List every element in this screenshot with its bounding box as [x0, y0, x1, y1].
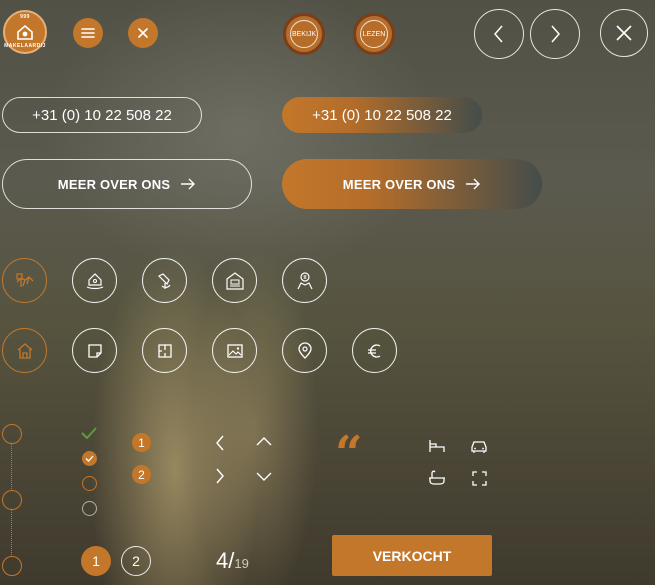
location-pin-icon	[296, 341, 314, 360]
page-button-active[interactable]: 1	[81, 546, 111, 576]
home-button[interactable]	[2, 328, 47, 373]
page-label: 1	[92, 553, 100, 569]
image-icon	[226, 342, 244, 360]
note-icon	[86, 342, 104, 360]
arrow-right-icon	[465, 178, 481, 190]
service-house-hand-button[interactable]	[72, 258, 117, 303]
bed-icon	[428, 438, 446, 454]
handshake-icon	[14, 270, 36, 292]
slide-counter-current: 4/	[216, 548, 235, 573]
number-badge: 1	[132, 433, 151, 452]
bekijk-button[interactable]: BEKIJK	[283, 13, 325, 55]
cta-label: MEER OVER ONS	[342, 176, 456, 192]
phone-label: +31 (0) 10 22 508 22	[32, 106, 172, 124]
wrench-tool-icon	[154, 270, 176, 292]
verkocht-button[interactable]: VERKOCHT	[332, 535, 492, 576]
meer-over-ons-button-filled[interactable]: MEER OVER ONS	[282, 159, 542, 209]
close-button[interactable]	[600, 9, 648, 57]
lezen-label: LEZEN	[362, 30, 386, 38]
meer-over-ons-button-outline[interactable]: MEER OVER ONS	[2, 159, 252, 209]
radio-option[interactable]	[82, 476, 97, 491]
number-badge: 2	[132, 465, 151, 484]
chevron-right-icon	[548, 24, 562, 44]
slide-counter-total: 19	[234, 556, 249, 571]
logo-text-bottom: MAKELAARDIJ	[4, 43, 46, 49]
price-button[interactable]	[352, 328, 397, 373]
stepper-step[interactable]	[2, 556, 22, 576]
page-button[interactable]: 2	[121, 546, 151, 576]
stepper-step[interactable]	[2, 490, 22, 510]
floorplan-icon	[156, 342, 174, 360]
rent-house-icon	[223, 270, 247, 292]
check-small-icon	[85, 455, 94, 462]
note-button[interactable]	[72, 328, 117, 373]
menu-button[interactable]	[73, 18, 103, 48]
expand-icon	[472, 471, 487, 486]
euro-icon	[366, 342, 384, 360]
page-label: 2	[132, 553, 140, 569]
chevron-left-icon[interactable]	[214, 435, 226, 451]
money-person-icon	[294, 270, 316, 292]
phone-button-filled[interactable]: +31 (0) 10 22 508 22	[282, 97, 482, 133]
chevron-right-icon[interactable]	[214, 468, 226, 484]
radio-option[interactable]	[82, 501, 97, 516]
close-icon	[137, 27, 149, 39]
company-logo[interactable]: 999 MAKELAARDIJ	[3, 10, 47, 54]
lezen-button[interactable]: LEZEN	[353, 13, 395, 55]
stepper-line	[11, 509, 12, 557]
car-icon	[470, 438, 488, 454]
phone-button-outline[interactable]: +31 (0) 10 22 508 22	[2, 97, 202, 133]
logo-house-icon	[16, 24, 34, 40]
bekijk-label: BEKIJK	[291, 30, 317, 38]
logo-text-top: 999	[20, 14, 30, 20]
floorplan-button[interactable]	[142, 328, 187, 373]
close-menu-button[interactable]	[128, 18, 158, 48]
number-badge-label: 1	[138, 435, 145, 450]
house-hand-icon	[84, 270, 106, 292]
cta-label: MEER OVER ONS	[57, 176, 171, 192]
location-button[interactable]	[282, 328, 327, 373]
checkbox-checked[interactable]	[82, 451, 97, 466]
check-icon	[81, 427, 97, 439]
service-money-button[interactable]	[282, 258, 327, 303]
service-tool-button[interactable]	[142, 258, 187, 303]
chevron-down-icon[interactable]	[256, 470, 272, 482]
verkocht-label: VERKOCHT	[372, 547, 452, 564]
service-rent-button[interactable]	[212, 258, 257, 303]
stepper-line	[11, 443, 12, 491]
arrow-right-icon	[180, 178, 196, 190]
home-icon	[16, 342, 34, 360]
number-badge-label: 2	[138, 467, 145, 482]
service-handshake-button[interactable]	[2, 258, 47, 303]
prev-button[interactable]	[474, 9, 524, 59]
close-large-icon	[615, 24, 633, 42]
quote-mark: “	[335, 426, 363, 482]
slide-counter: 4/19	[216, 548, 249, 574]
chevron-left-icon	[492, 24, 506, 44]
bath-icon	[428, 470, 446, 486]
hamburger-icon	[81, 27, 95, 39]
next-button[interactable]	[530, 9, 580, 59]
stepper-step[interactable]	[2, 424, 22, 444]
phone-label: +31 (0) 10 22 508 22	[312, 106, 452, 124]
gallery-button[interactable]	[212, 328, 257, 373]
chevron-up-icon[interactable]	[256, 436, 272, 448]
